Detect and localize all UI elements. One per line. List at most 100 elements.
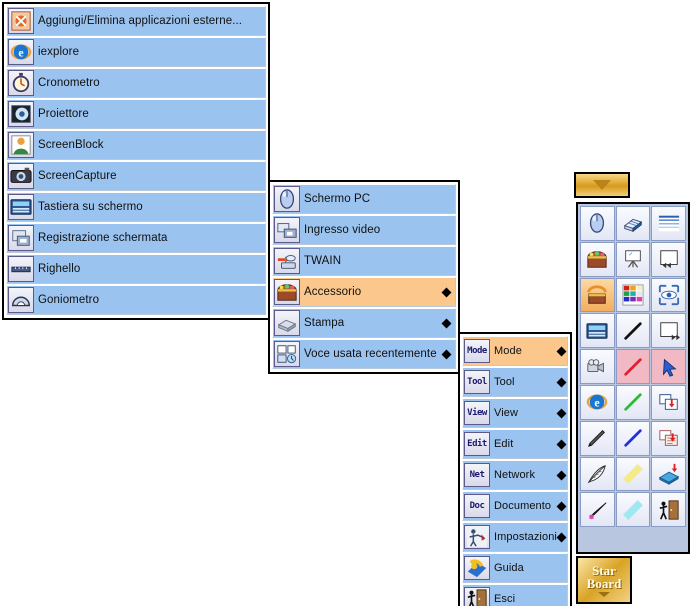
menu-item-schermo-pc[interactable]: Schermo PC — [272, 184, 456, 214]
treasure-chest-icon[interactable] — [580, 241, 615, 277]
magic-pen-icon-glyph — [586, 499, 608, 521]
starboard-label-line2: Board — [586, 575, 622, 591]
menu-item-impostazioni[interactable]: Impostazioni — [462, 522, 568, 552]
internet-explorer-icon: e — [8, 39, 34, 65]
page-forward-icon[interactable] — [651, 313, 686, 349]
menu-item-twain[interactable]: TWAIN — [272, 246, 456, 276]
help-icon — [464, 556, 490, 580]
save-screen-icon[interactable] — [651, 384, 686, 420]
color-palette-icon-glyph — [622, 284, 644, 306]
video-camera-icon[interactable] — [580, 349, 615, 384]
on-screen-keyboard-icon[interactable] — [580, 313, 615, 349]
mode-text-icon: Mode — [464, 339, 490, 363]
treasure-chest-open-icon[interactable] — [580, 277, 615, 313]
camera-icon — [8, 163, 34, 189]
video-camera-icon-glyph — [586, 356, 608, 378]
pencil-icon[interactable] — [580, 420, 615, 456]
menu-item-label: Righello — [38, 263, 81, 275]
import-book-icon[interactable] — [651, 456, 686, 492]
menu-item-righello[interactable]: Righello — [6, 254, 266, 284]
lined-page-icon[interactable] — [651, 206, 686, 241]
menu-item-label: ScreenBlock — [38, 139, 104, 151]
black-pen-stroke-icon[interactable] — [615, 313, 651, 349]
red-pen-stroke-icon[interactable] — [615, 349, 651, 384]
cyan-highlighter-stroke-icon[interactable] — [615, 492, 651, 528]
menu-item-label: Network — [494, 469, 536, 481]
mouse-pointer-icon-glyph — [586, 212, 608, 234]
menu-item-label: Documento — [494, 500, 552, 512]
menu-item-aggiungi-elimina-applicazioni-esterne[interactable]: Aggiungi/Elimina applicazioni esterne... — [6, 6, 266, 36]
menu-item-label: Stampa — [304, 317, 345, 329]
save-document-icon[interactable] — [651, 420, 686, 456]
whiteboard-easel-icon-glyph — [622, 248, 644, 270]
green-pen-stroke-icon[interactable] — [615, 384, 651, 420]
menu-item-label: Accessorio — [304, 286, 362, 298]
menu-item-label: TWAIN — [304, 255, 342, 267]
internet-explorer-icon[interactable]: e — [580, 384, 615, 420]
menu-item-goniometro[interactable]: Goniometro — [6, 285, 266, 315]
menu-item-mode[interactable]: Mode Mode — [462, 336, 568, 366]
svg-text:e: e — [18, 46, 23, 60]
menu-item-label: Aggiungi/Elimina applicazioni esterne... — [38, 15, 243, 27]
menu-item-esci[interactable]: Esci — [462, 584, 568, 606]
treasure-chest-icon-glyph — [586, 248, 608, 270]
menu-item-network[interactable]: Net Network — [462, 460, 568, 490]
menu-item-label: Proiettore — [38, 108, 89, 120]
exit-door-icon[interactable] — [651, 492, 686, 528]
menu-item-label: Tool — [494, 376, 515, 388]
menu-item-documento[interactable]: Doc Documento — [462, 491, 568, 521]
mouse-pointer-icon[interactable] — [580, 206, 615, 241]
icon-text: Mode — [467, 345, 487, 356]
cyan-highlighter-stroke-icon-glyph — [622, 499, 644, 521]
protractor-icon — [8, 287, 34, 313]
menu-item-label: Mode — [494, 345, 522, 357]
ruler-icon — [8, 256, 34, 282]
collapse-toolbar-button[interactable] — [574, 172, 630, 198]
menu-item-label: Ingresso video — [304, 224, 381, 236]
menu-item-screencapture[interactable]: ScreenCapture — [6, 161, 266, 191]
settings-icon — [464, 525, 490, 549]
magic-pen-icon[interactable] — [580, 492, 615, 528]
menu-item-voce-usata-recentemente[interactable]: Voce usata recentemente — [272, 339, 456, 369]
tool-text-icon: Tool — [464, 370, 490, 394]
blue-pen-stroke-icon-glyph — [622, 427, 644, 449]
page-back-icon[interactable] — [651, 241, 686, 277]
save-document-icon-glyph — [658, 427, 680, 449]
eraser-icon[interactable] — [615, 206, 651, 241]
icon-text: Net — [469, 469, 485, 480]
menu-item-proiettore[interactable]: Proiettore — [6, 99, 266, 129]
preview-eye-icon[interactable] — [651, 277, 686, 313]
menu-item-iexplore[interactable]: e iexplore — [6, 37, 266, 67]
blue-pen-stroke-icon[interactable] — [615, 420, 651, 456]
whiteboard-easel-icon[interactable] — [615, 241, 651, 277]
on-screen-keyboard-icon-glyph — [586, 320, 608, 342]
twain-scanner-icon — [274, 248, 300, 274]
menu-item-ingresso-video[interactable]: Ingresso video — [272, 215, 456, 245]
menu-item-registrazione-schermata[interactable]: Registrazione schermata — [6, 223, 266, 253]
page-forward-icon-glyph — [658, 320, 680, 342]
starboard-button[interactable]: Star Board — [576, 556, 632, 604]
yellow-highlighter-stroke-icon[interactable] — [615, 456, 651, 492]
menu-item-tool[interactable]: Tool Tool — [462, 367, 568, 397]
menu-item-accessorio[interactable]: Accessorio — [272, 277, 456, 307]
menu-item-label: Guida — [494, 562, 524, 574]
screen-recording-icon — [8, 225, 34, 251]
input-source-menu: Schermo PC Ingresso video TWAIN Accessorio S… — [268, 180, 460, 374]
menu-item-stampa[interactable]: Stampa — [272, 308, 456, 338]
import-book-icon-glyph — [658, 463, 680, 485]
menu-item-label: ScreenCapture — [38, 170, 117, 182]
menu-item-label: iexplore — [38, 46, 80, 58]
menu-item-cronometro[interactable]: Cronometro — [6, 68, 266, 98]
pencil-icon-glyph — [586, 427, 608, 449]
color-palette-icon[interactable] — [615, 277, 651, 313]
menu-item-label: Schermo PC — [304, 193, 371, 205]
icon-text: View — [467, 407, 487, 418]
feather-pen-icon[interactable] — [580, 456, 615, 492]
menu-item-view[interactable]: View View — [462, 398, 568, 428]
menu-item-guida[interactable]: Guida — [462, 553, 568, 583]
menu-item-screenblock[interactable]: ScreenBlock — [6, 130, 266, 160]
arrow-cursor-icon[interactable] — [651, 349, 686, 384]
net-text-icon: Net — [464, 463, 490, 487]
menu-item-tastiera-su-schermo[interactable]: Tastiera su schermo — [6, 192, 266, 222]
menu-item-edit[interactable]: Edit Edit — [462, 429, 568, 459]
